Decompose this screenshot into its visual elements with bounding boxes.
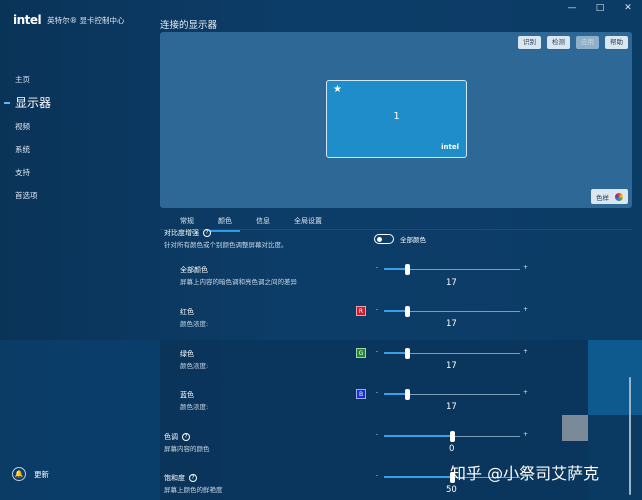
slider-plus-icon: + bbox=[522, 348, 528, 355]
sidebar-item-preferences[interactable]: 首选项 bbox=[0, 184, 150, 207]
scrollbar[interactable] bbox=[629, 377, 631, 495]
slider-minus-icon: - bbox=[376, 264, 379, 271]
display-preview: 识别 检测 应用 帮助 ★ 1 intel 色样 bbox=[160, 32, 632, 208]
blue-value: 17 bbox=[446, 402, 457, 412]
sidebar-item-support[interactable]: 支持 bbox=[0, 161, 150, 184]
red-title: 红色 bbox=[180, 308, 194, 316]
help-icon[interactable]: ? bbox=[189, 474, 197, 482]
red-channel-badge: R bbox=[356, 306, 366, 316]
blue-channel-badge: B bbox=[356, 389, 366, 399]
contrast-title-text: 对比度增强 bbox=[164, 229, 199, 237]
slider-thumb[interactable] bbox=[405, 306, 411, 317]
all-colors-slider[interactable]: - + bbox=[376, 264, 528, 275]
bell-icon: 🔔 bbox=[12, 467, 26, 481]
monitor-number: 1 bbox=[393, 111, 400, 122]
slider-fill bbox=[384, 268, 408, 270]
sidebar-item-home[interactable]: 主页 bbox=[0, 68, 150, 91]
green-desc: 颜色浓度: bbox=[180, 362, 209, 370]
minimize-icon[interactable]: — bbox=[566, 3, 578, 13]
help-button[interactable]: 帮助 bbox=[605, 36, 628, 49]
monitor-intel-logo: intel bbox=[441, 143, 459, 151]
contrast-desc: 针对所有颜色或个别颜色调整屏幕对比度。 bbox=[164, 241, 288, 249]
red-slider[interactable]: - + bbox=[376, 306, 528, 317]
slider-fill bbox=[384, 435, 452, 437]
saturation-value: 50 bbox=[446, 485, 457, 495]
blue-desc: 颜色浓度: bbox=[180, 403, 209, 411]
slider-thumb[interactable] bbox=[405, 389, 411, 400]
saturation-title-text: 饱和度 bbox=[164, 474, 185, 482]
red-desc: 颜色浓度: bbox=[180, 320, 209, 328]
sidebar: 主页 显示器 视频 系统 支持 首选项 bbox=[0, 68, 150, 207]
slider-fill bbox=[384, 310, 408, 312]
color-sample-button[interactable]: 色样 bbox=[591, 189, 628, 204]
color-wheel-icon bbox=[615, 192, 623, 201]
green-title: 绿色 bbox=[180, 350, 194, 358]
all-colors-value: 17 bbox=[446, 278, 457, 288]
hue-value: 0 bbox=[449, 444, 455, 454]
saturation-desc: 屏幕上颜色的鲜艳度 bbox=[164, 486, 223, 494]
hue-title-text: 色调 bbox=[164, 433, 178, 441]
watermark: 知乎 @小祭司艾萨克 bbox=[450, 464, 600, 483]
contrast-toggle-row: 全部颜色 bbox=[374, 234, 426, 244]
slider-minus-icon: - bbox=[376, 389, 379, 396]
slider-plus-icon: + bbox=[522, 264, 528, 271]
slider-plus-icon: + bbox=[522, 306, 528, 313]
hue-slider[interactable]: - + bbox=[376, 431, 528, 442]
detect-button[interactable]: 检测 bbox=[547, 36, 570, 49]
preview-toolbar: 识别 检测 应用 帮助 bbox=[518, 36, 628, 49]
apply-button[interactable]: 应用 bbox=[576, 36, 599, 49]
green-slider[interactable]: - + bbox=[376, 348, 528, 359]
blue-slider[interactable]: - + bbox=[376, 389, 528, 400]
blue-title: 蓝色 bbox=[180, 391, 194, 399]
slider-thumb[interactable] bbox=[450, 431, 455, 442]
color-sample-label: 色样 bbox=[596, 193, 609, 202]
slider-minus-icon: - bbox=[376, 306, 379, 313]
green-channel-badge: G bbox=[356, 348, 366, 358]
help-icon[interactable]: ? bbox=[182, 433, 190, 441]
slider-minus-icon: - bbox=[376, 431, 379, 438]
saturation-title: 饱和度? bbox=[164, 473, 197, 483]
sidebar-item-system[interactable]: 系统 bbox=[0, 138, 150, 161]
slider-fill bbox=[384, 393, 408, 395]
section-title: 连接的显示器 bbox=[160, 20, 218, 31]
slider-fill bbox=[384, 352, 408, 354]
contrast-title: 对比度增强? bbox=[164, 228, 211, 238]
update-label: 更新 bbox=[34, 469, 49, 479]
background-block bbox=[588, 415, 642, 500]
monitor-tile[interactable]: ★ 1 intel bbox=[326, 80, 467, 158]
identify-button[interactable]: 识别 bbox=[518, 36, 541, 49]
all-colors-toggle-label: 全部颜色 bbox=[400, 236, 426, 244]
all-colors-title: 全部颜色 bbox=[180, 266, 208, 274]
slider-minus-icon: - bbox=[376, 472, 379, 479]
maximize-icon[interactable]: □ bbox=[594, 3, 606, 13]
intel-logo: intel bbox=[13, 13, 42, 27]
app-brand: intel 英特尔® 显卡控制中心 bbox=[13, 13, 125, 27]
slider-plus-icon: + bbox=[522, 431, 528, 438]
red-value: 17 bbox=[446, 319, 457, 329]
green-value: 17 bbox=[446, 361, 457, 371]
all-colors-desc: 屏幕上内容的暗色调和亮色调之间的差异 bbox=[180, 278, 297, 286]
slider-fill bbox=[384, 476, 452, 478]
slider-plus-icon: + bbox=[522, 389, 528, 396]
hue-desc: 屏幕内容的颜色 bbox=[164, 445, 210, 453]
sidebar-item-display[interactable]: 显示器 bbox=[0, 91, 150, 115]
window-controls: — □ ✕ bbox=[566, 3, 634, 13]
hue-title: 色调? bbox=[164, 432, 190, 442]
update-button[interactable]: 🔔 更新 bbox=[12, 467, 49, 481]
app-window: intel 英特尔® 显卡控制中心 — □ ✕ 主页 显示器 视频 系统 支持 … bbox=[0, 0, 642, 500]
slider-thumb[interactable] bbox=[405, 348, 411, 359]
help-icon[interactable]: ? bbox=[203, 229, 211, 237]
all-colors-toggle[interactable] bbox=[374, 234, 394, 244]
sidebar-item-video[interactable]: 视频 bbox=[0, 115, 150, 138]
slider-minus-icon: - bbox=[376, 348, 379, 355]
background-block bbox=[588, 340, 642, 415]
slider-thumb[interactable] bbox=[405, 264, 411, 275]
app-title: 英特尔® 显卡控制中心 bbox=[47, 15, 125, 25]
close-icon[interactable]: ✕ bbox=[622, 3, 634, 13]
primary-star-icon: ★ bbox=[333, 84, 342, 95]
